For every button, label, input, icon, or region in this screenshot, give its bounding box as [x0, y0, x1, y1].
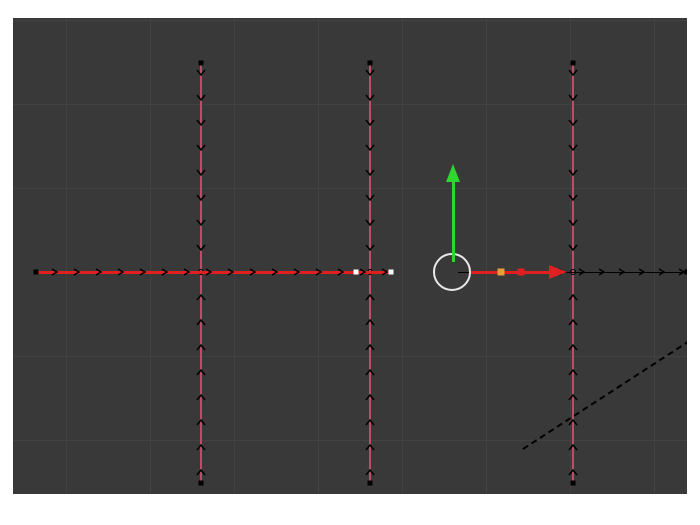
grid-line-v	[654, 18, 655, 494]
viewport-3d[interactable]	[13, 18, 687, 494]
grid-line-v	[234, 18, 235, 494]
grid-line-v	[150, 18, 151, 494]
grid-line-v	[66, 18, 67, 494]
vertex[interactable]	[685, 270, 688, 275]
vertex[interactable]	[199, 61, 204, 66]
grid-line-h	[13, 104, 687, 105]
grid-line-v	[318, 18, 319, 494]
vertex[interactable]	[571, 481, 576, 486]
grid-line-h	[13, 20, 687, 21]
grid-line-v	[402, 18, 403, 494]
vertex[interactable]	[368, 61, 373, 66]
gizmo-x-arrowhead-icon[interactable]	[549, 265, 567, 279]
grid-line-v	[570, 18, 571, 494]
gizmo-x-axis[interactable]	[471, 271, 551, 274]
vertex-selected[interactable]	[354, 270, 359, 275]
gizmo-handle[interactable]	[518, 269, 525, 276]
grid-line-h	[13, 188, 687, 189]
grid-line-h	[13, 440, 687, 441]
selected-edge[interactable]	[36, 271, 391, 274]
grid-line-h	[13, 356, 687, 357]
vertex[interactable]	[571, 61, 576, 66]
vertex[interactable]	[199, 481, 204, 486]
vertex[interactable]	[368, 481, 373, 486]
gizmo-handle[interactable]	[498, 269, 505, 276]
vertex[interactable]	[34, 270, 39, 275]
grid-line-v	[486, 18, 487, 494]
gizmo-y-axis[interactable]	[452, 182, 455, 262]
vertex-selected[interactable]	[389, 270, 394, 275]
gizmo-y-arrowhead-icon[interactable]	[446, 164, 460, 182]
construction-line	[522, 307, 687, 450]
